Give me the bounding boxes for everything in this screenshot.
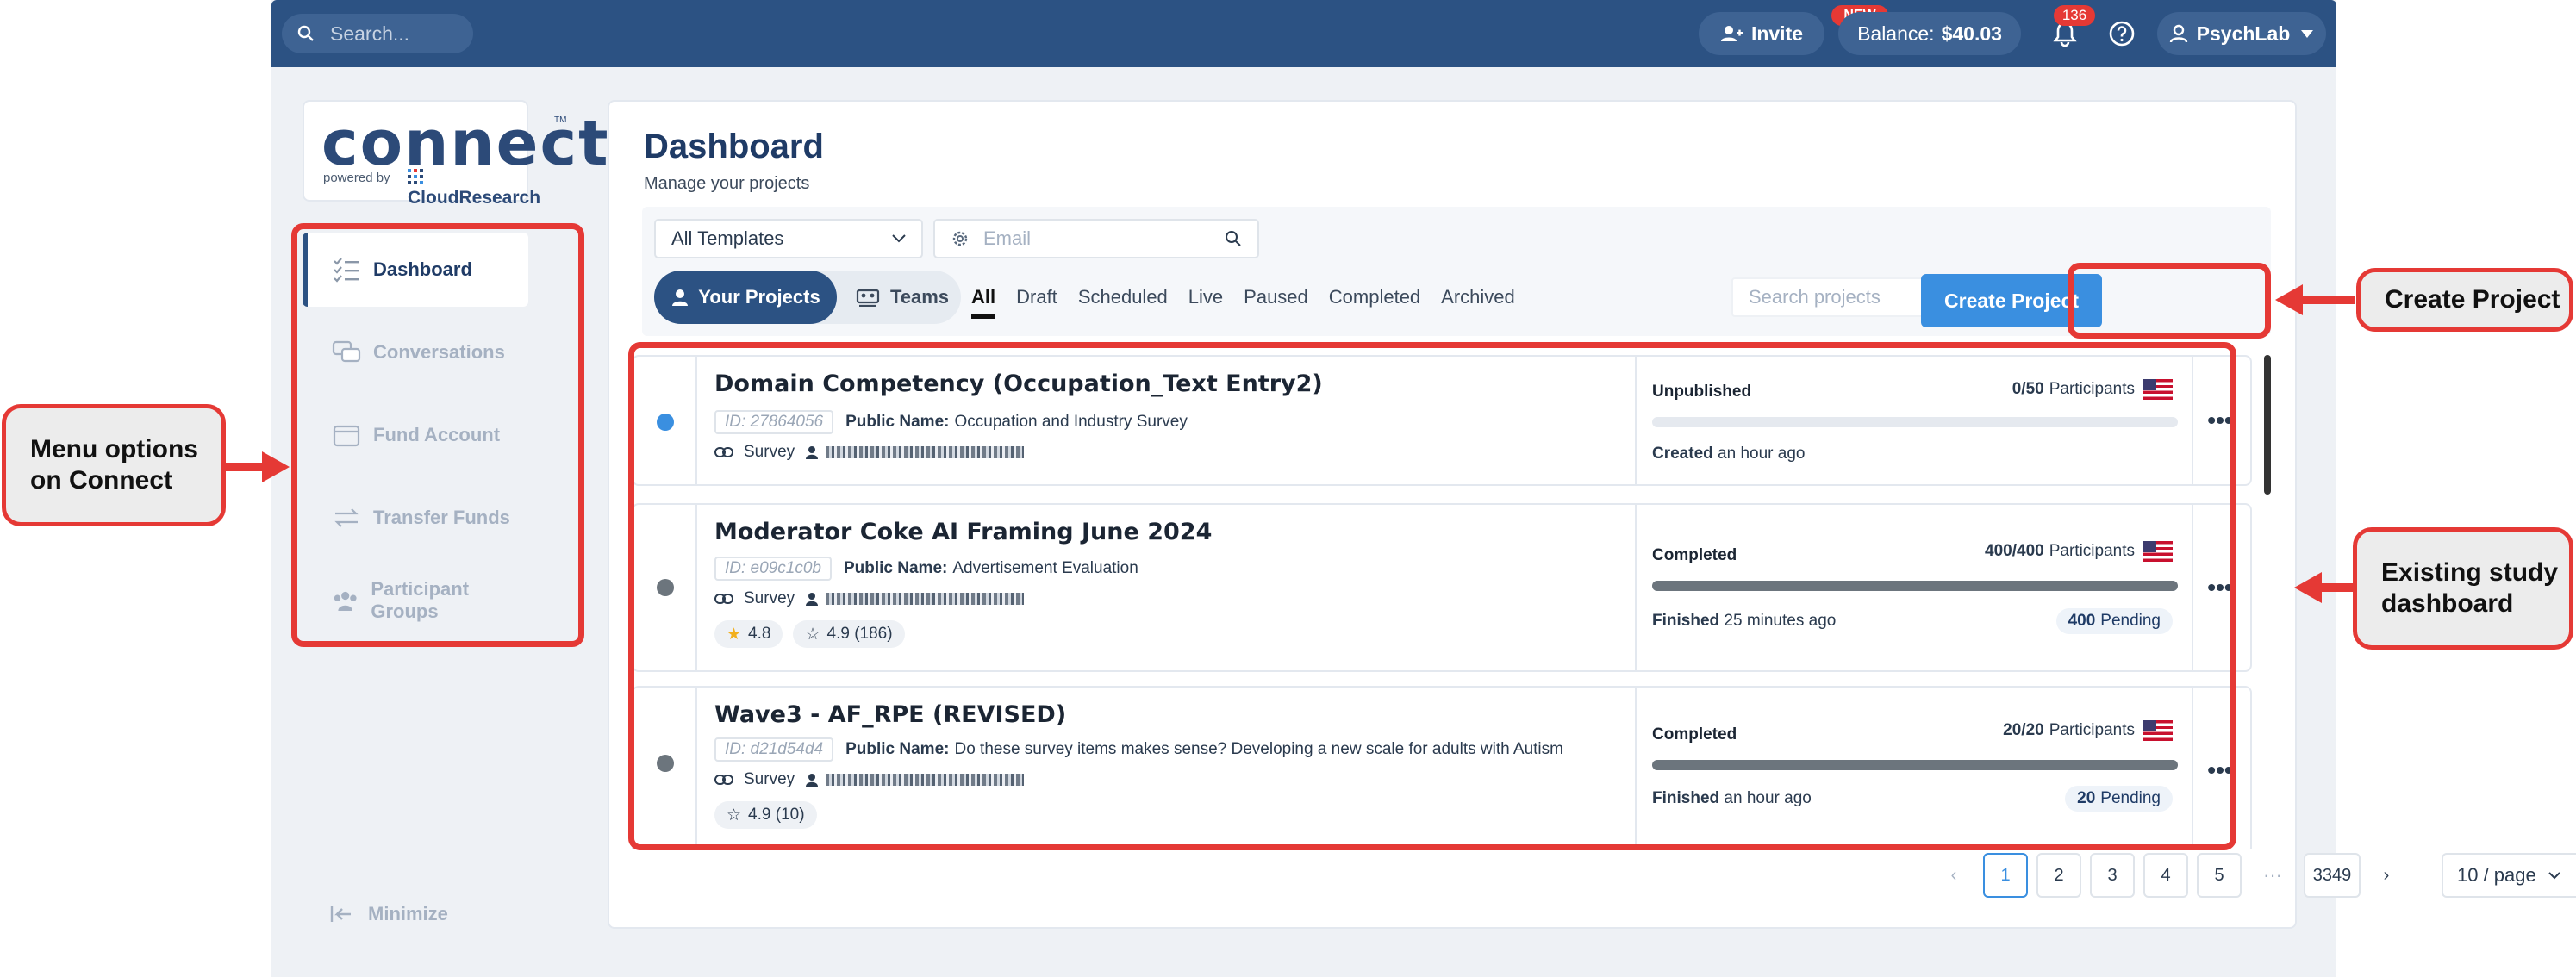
page-title: Dashboard <box>644 128 824 165</box>
per-page-value: 10 / page <box>2457 864 2536 886</box>
existing-study-callout: Existing study dashboard <box>2353 527 2573 650</box>
user-name: PsychLab <box>2196 22 2291 45</box>
team-icon <box>856 289 880 307</box>
page-button-3[interactable]: 3 <box>2090 853 2135 898</box>
menu-arrow-icon <box>226 451 290 482</box>
next-page-icon[interactable]: › <box>2369 866 2404 886</box>
global-search-placeholder: Search... <box>330 22 410 45</box>
tab-all[interactable]: All <box>971 286 996 319</box>
balance-label: Balance: <box>1857 22 1935 45</box>
menu-highlight-box <box>291 223 584 647</box>
template-select[interactable]: All Templates <box>654 219 923 258</box>
study-list-scrollbar[interactable] <box>2264 355 2271 495</box>
chevron-down-icon <box>2548 871 2560 879</box>
teams-label: Teams <box>889 286 950 308</box>
tab-paused[interactable]: Paused <box>1244 286 1308 319</box>
global-search-input[interactable]: Search... <box>282 14 473 53</box>
gear-icon <box>952 231 968 246</box>
tab-completed[interactable]: Completed <box>1329 286 1420 319</box>
email-filter-input[interactable]: Email <box>933 219 1259 258</box>
help-icon <box>2109 21 2135 47</box>
tab-scheduled[interactable]: Scheduled <box>1078 286 1168 319</box>
template-select-value: All Templates <box>671 227 784 249</box>
invite-label: Invite <box>1750 22 1804 45</box>
pagination: ‹ 1 2 3 4 5 ··· 3349 › 10 / page <box>1937 853 2576 898</box>
minimize-label: Minimize <box>368 903 448 924</box>
logo-powered-by: powered by <box>323 171 390 185</box>
connect-logo[interactable]: connect TM powered by CloudResearch <box>303 100 608 208</box>
balance-display[interactable]: Balance: $40.03 <box>1838 12 2021 55</box>
notification-count-badge: 136 <box>2054 5 2095 26</box>
page-ellipsis[interactable]: ··· <box>2250 864 2295 887</box>
tab-archived[interactable]: Archived <box>1441 286 1515 319</box>
study-dashboard-highlight-box <box>628 342 2236 850</box>
invite-button[interactable]: Invite <box>1699 12 1824 55</box>
chevron-down-icon <box>892 234 906 243</box>
create-project-callout: Create Project <box>2356 268 2573 332</box>
menu-options-callout: Menu options on Connect <box>2 404 226 526</box>
your-projects-toggle[interactable]: Your Projects <box>654 271 837 324</box>
menu-options-callout-text: Menu options on Connect <box>30 435 198 495</box>
page-button-2[interactable]: 2 <box>2036 853 2081 898</box>
top-bar: Search... Invite NEW Balance: $40.03 136… <box>271 0 2336 67</box>
tab-draft[interactable]: Draft <box>1016 286 1057 319</box>
your-projects-label: Your Projects <box>698 286 820 308</box>
create-project-highlight-box <box>2068 263 2271 339</box>
status-tabs: All Draft Scheduled Live Paused Complete… <box>971 286 1536 319</box>
existing-study-callout-text: Existing study dashboard <box>2381 558 2559 618</box>
help-button[interactable] <box>2107 19 2136 48</box>
per-page-select[interactable]: 10 / page <box>2442 853 2576 898</box>
search-icon <box>1226 231 1241 246</box>
create-project-callout-text: Create Project <box>2385 285 2560 314</box>
page-button-1[interactable]: 1 <box>1983 853 2028 898</box>
cloudresearch-grid-icon <box>408 169 423 184</box>
user-menu[interactable]: PsychLab <box>2157 12 2326 55</box>
balance-value: $40.03 <box>1941 22 2002 45</box>
prev-page-icon[interactable]: ‹ <box>1937 866 1971 886</box>
page-subtitle: Manage your projects <box>644 174 810 193</box>
logo-brand: CloudResearch <box>408 167 540 208</box>
user-icon <box>2169 24 2187 43</box>
search-icon <box>297 25 314 41</box>
page-button-last[interactable]: 3349 <box>2304 853 2361 898</box>
add-user-icon <box>1720 26 1743 41</box>
search-projects-placeholder: Search projects <box>1749 286 1881 308</box>
collapse-left-icon <box>330 906 351 922</box>
create-project-arrow-icon <box>2275 284 2355 315</box>
email-placeholder: Email <box>983 227 1032 249</box>
teams-toggle[interactable]: Teams <box>845 271 959 324</box>
logo-brand-text: CloudResearch <box>408 188 541 208</box>
user-icon <box>672 289 689 306</box>
caret-down-icon <box>2301 30 2314 38</box>
tab-live[interactable]: Live <box>1188 286 1223 319</box>
logo-tm: TM <box>554 115 567 125</box>
page-button-5[interactable]: 5 <box>2197 853 2242 898</box>
page-button-4[interactable]: 4 <box>2143 853 2188 898</box>
project-scope-toggle: Your Projects Teams <box>654 271 961 324</box>
minimize-button[interactable]: Minimize <box>330 903 448 925</box>
study-dashboard-arrow-icon <box>2294 572 2353 603</box>
